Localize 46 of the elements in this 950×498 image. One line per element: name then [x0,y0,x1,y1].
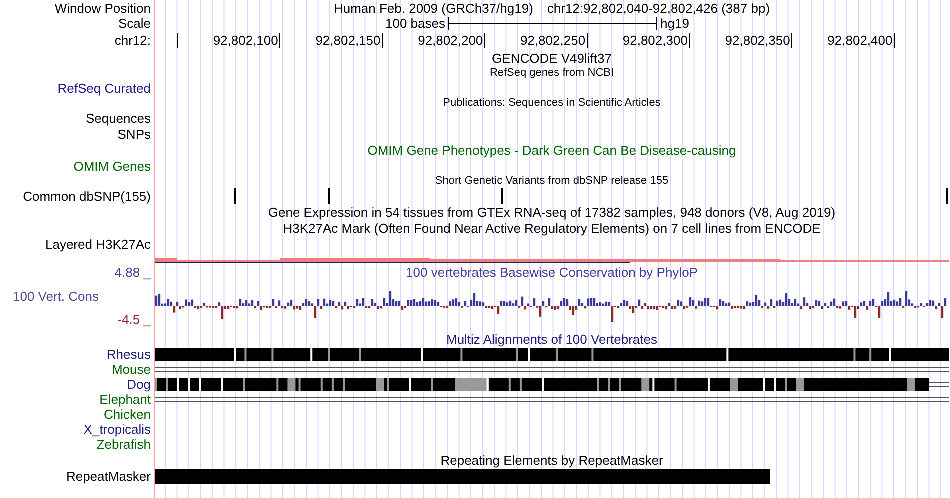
track-label[interactable]: RepeatMasker [66,470,151,482]
track-label[interactable]: Dog [127,378,151,391]
ruler-tick-label: 92,802,400 [828,34,893,47]
scale-label: 100 bases [386,17,446,30]
track-title: Repeating Elements by RepeatMasker [440,454,664,466]
track-label: Scale [118,17,151,30]
track-label[interactable]: Mouse [112,363,151,376]
track-label[interactable]: Zebrafish [96,438,151,451]
track-label[interactable]: 100 Vert. Cons [13,289,99,304]
variant-tick[interactable] [501,188,503,204]
ruler-tick-label: 92,802,350 [725,34,790,47]
assembly-title: Human Feb. 2009 (GRCh37/hg19) [334,2,534,14]
track-label[interactable]: SNPs [118,128,151,140]
axis-min-label: -4.5 _ [118,313,151,326]
track-title: Short Genetic Variants from dbSNP release 155 [435,176,669,186]
ruler-tick-label: 92,802,250 [520,34,586,47]
position-range: chr12:92,802,040-92,802,426 (387 bp) [547,2,770,14]
track-title: GENCODE V49lift37 [492,52,612,64]
assembly-label: hg19 [660,17,690,30]
track-title: Multiz Alignments of 100 Vertebrates [446,332,658,346]
track-label[interactable]: X_tropicalis [84,423,151,436]
ruler-tick-label: 92,802,300 [622,34,688,47]
track-title: Publications: Sequences in Scientific Articles [443,98,661,108]
track-label[interactable]: Chicken [104,408,151,421]
variant-tick[interactable] [946,188,948,204]
track-label[interactable]: OMIM Genes [74,160,151,172]
ruler-tick-label: 92,802,200 [418,34,484,47]
repeat-element-bar[interactable] [155,468,770,484]
track-title: 100 vertebrates Basewise Conservation by PhyloP [406,266,698,278]
axis-max-label: 4.88 _ [114,266,151,278]
track-label[interactable]: Layered H3K27Ac [45,238,151,250]
track-title: H3K27Ac Mark (Often Found Near Active Regulatory Elements) on 7 cell lines from ENCODE [283,222,821,234]
ruler-tick-label: 92,802,150 [316,34,381,47]
track-label[interactable]: Sequences [86,112,151,124]
variant-tick[interactable] [234,188,236,204]
track-title: OMIM Gene Phenotypes - Dark Green Can Be Disease-causing [368,144,736,156]
track-label[interactable]: Rhesus [106,348,151,361]
track-title: RefSeq genes from NCBI [490,68,614,78]
track-label[interactable]: RefSeq Curated [58,82,151,94]
track-label: Window Position [54,2,151,14]
ruler-tick-label: 92,802,100 [213,34,278,47]
track-label[interactable]: Elephant [100,393,151,406]
track-label: chr12: [114,34,151,47]
track-label[interactable]: Common dbSNP(155) [23,190,151,202]
variant-tick[interactable] [328,188,330,204]
track-title: Gene Expression in 54 tissues from GTEx RNA-seq of 17382 samples, 948 donors (V8, Aug 2019) [268,206,836,218]
